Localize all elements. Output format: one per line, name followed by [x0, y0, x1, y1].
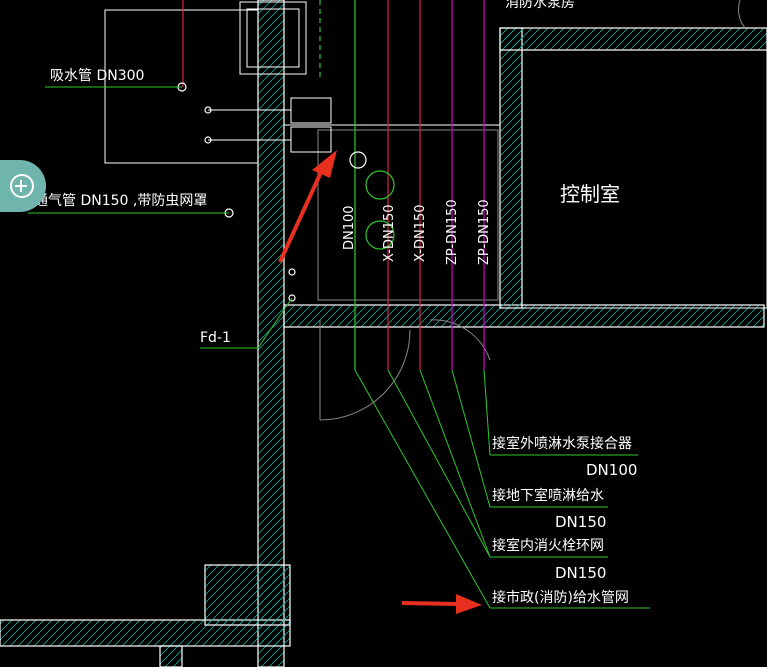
- door-swing: [319, 320, 411, 421]
- valve-box-1: [290, 97, 332, 124]
- note3-label: 接室内消火栓环网: [492, 538, 604, 554]
- leader-n3b: [387, 369, 491, 558]
- red-arrow-icon: [278, 150, 337, 263]
- leader-n4: [354, 369, 491, 609]
- wall-control-top: [499, 27, 767, 51]
- note4-label: 接市政(消防)给水管网: [492, 590, 629, 606]
- control-room-label: 控制室: [560, 182, 620, 206]
- pipe-dn100-label: DN100: [342, 205, 357, 250]
- pump-group: [177, 82, 395, 302]
- wall-control-left: [499, 27, 523, 309]
- note1-label: 接室外喷淋水泵接合器: [492, 436, 632, 452]
- pipe-zp-dn150-b-label: ZP-DN150: [477, 199, 492, 265]
- outline-group: [104, 0, 767, 421]
- arc-top-right: [738, 0, 746, 29]
- wall-lower-block: [204, 564, 291, 626]
- cad-drawing: [0, 0, 767, 667]
- wall-group: [0, 0, 767, 667]
- pipe-x-dn150-label: X-DN150: [382, 204, 397, 263]
- note2-size: DN150: [555, 513, 607, 531]
- note1-size: DN100: [586, 461, 638, 479]
- control-room-outline: [521, 49, 767, 309]
- valve-box-2: [290, 126, 332, 153]
- leader-n1: [483, 369, 491, 456]
- pipe-zp-dn150-label: ZP-DN150: [445, 199, 460, 265]
- leader-n3: [419, 369, 491, 558]
- fd-node-1: [288, 268, 296, 276]
- red-arrow-icon-lower: [401, 594, 482, 614]
- note3-size: DN150: [555, 564, 607, 582]
- leader-n2: [451, 369, 491, 508]
- top-room-label: 消防水泵房: [505, 0, 575, 11]
- fd-label: Fd-1: [200, 330, 231, 346]
- note2-label: 接地下室喷淋给水: [492, 488, 604, 504]
- pump-1: [365, 170, 395, 200]
- wall-bottom-stub: [159, 645, 183, 667]
- suction-pipe-label: 吸水管 DN300: [50, 68, 145, 84]
- vent-pipe-label: 通气管 DN150 ,带防虫网罩: [34, 193, 208, 209]
- valve-circle: [349, 151, 367, 169]
- pipe-x-dn150-b-label: X-DN150: [413, 204, 428, 263]
